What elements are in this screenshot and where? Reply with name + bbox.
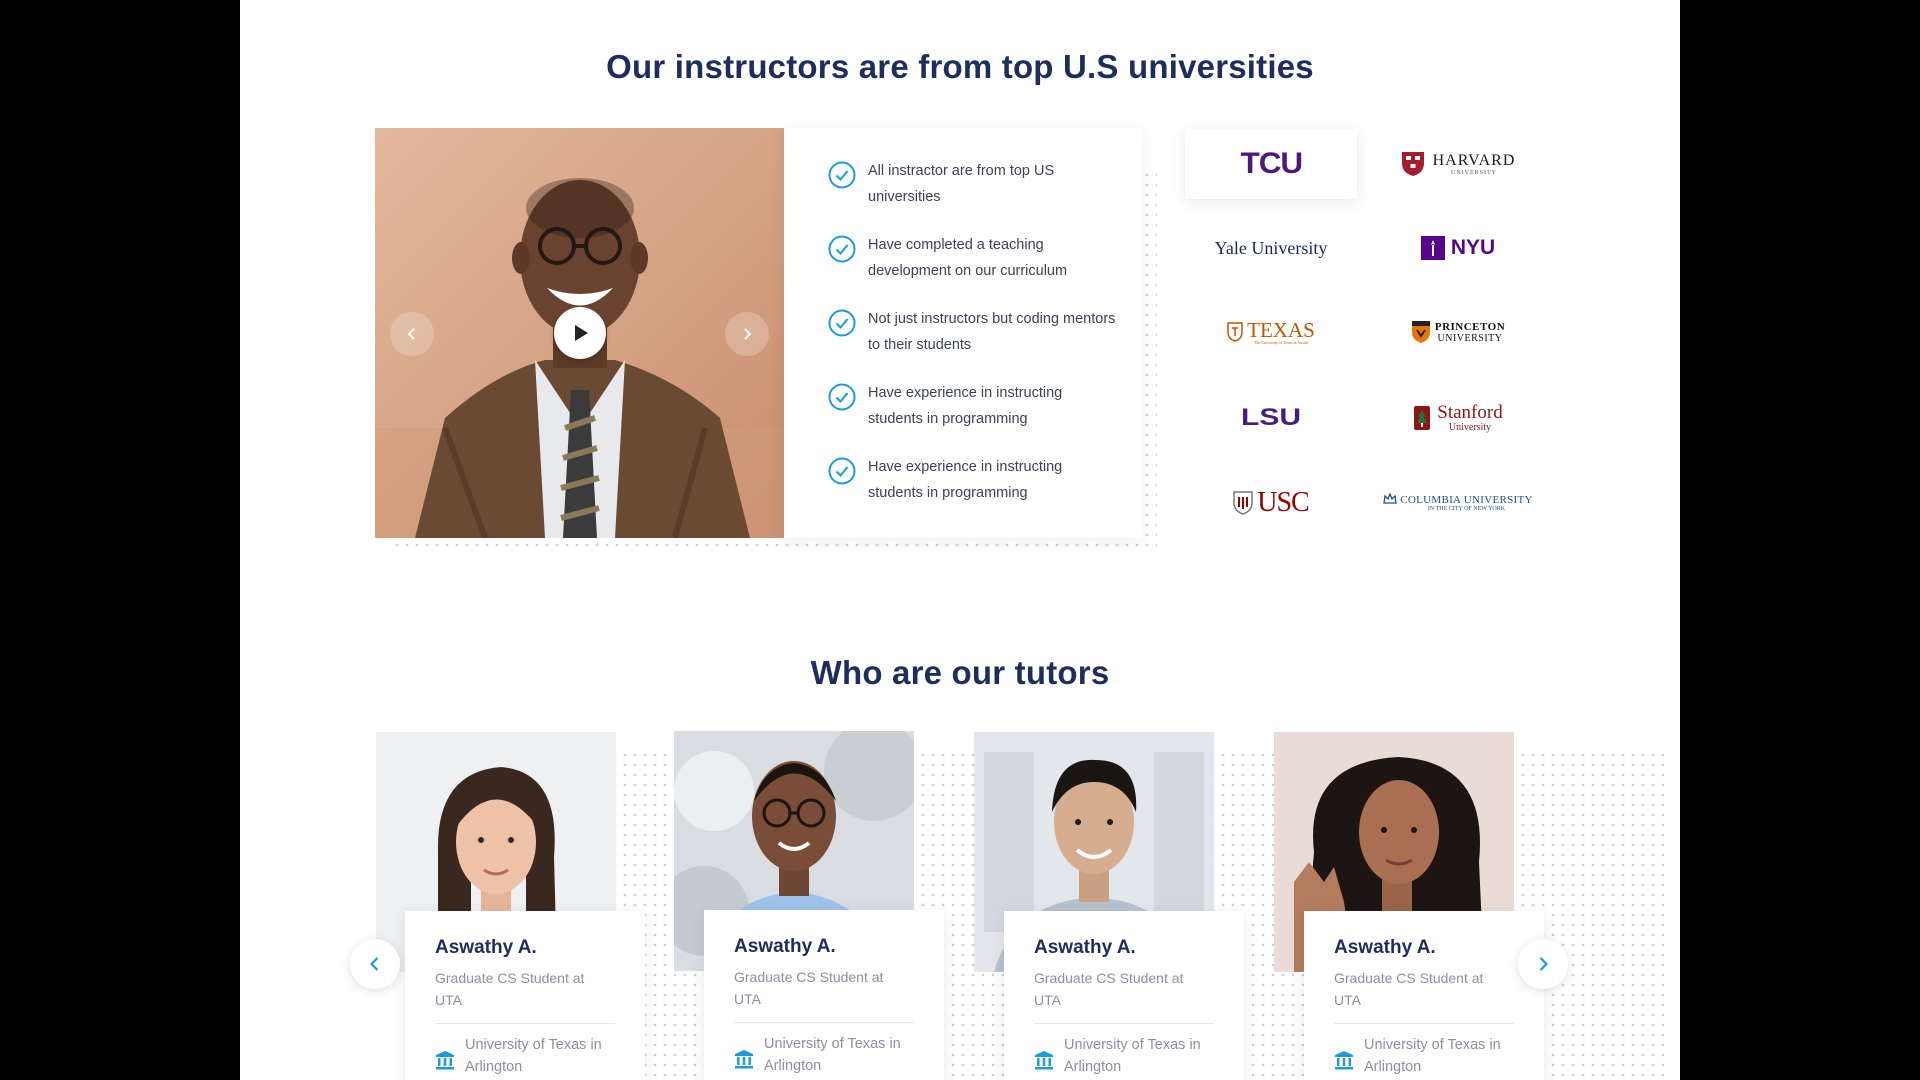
chevron-right-icon (1539, 957, 1549, 971)
harvard-shield-icon (1401, 152, 1424, 176)
stanford-logo-sub: University (1448, 422, 1492, 433)
university-logo-princeton[interactable]: PRINCETON UNIVERSITY (1372, 297, 1544, 367)
university-logo-usc[interactable]: USC (1185, 468, 1357, 538)
tutors-prev-button[interactable] (350, 939, 400, 989)
tutor-name: Aswathy A. (734, 936, 836, 957)
columbia-crown-icon (1383, 493, 1397, 504)
video-next-button[interactable] (725, 312, 769, 356)
princeton-logo-text: PRINCETON (1434, 320, 1506, 333)
feature-item: Have experience in instructing students … (828, 454, 1118, 506)
university-bank-icon (735, 1050, 753, 1069)
tutor-university: University of Texas in Arlington (1334, 1034, 1514, 1078)
tutor-role: Graduate CS Student at UTA (734, 969, 884, 1007)
tutor-university-name: University of Texas in Arlington (764, 1036, 901, 1074)
nyu-logo-text: NYU (1450, 236, 1496, 259)
instructor-video[interactable] (375, 128, 784, 538)
feature-text: Not just instructors but coding mentors … (868, 311, 1116, 353)
tutors-section-title: Who are our tutors (810, 654, 1110, 691)
harvard-logo-text: HARVARD (1432, 152, 1516, 169)
divider (435, 1023, 615, 1024)
video-prev-button[interactable] (390, 312, 434, 356)
page: Our instructors are from top U.S univers… (240, 0, 1680, 1080)
tutor-card[interactable]: Aswathy A. Graduate CS Student at UTA Un… (405, 911, 645, 1080)
columbia-logo-sub: IN THE CITY OF NEW YORK (1427, 506, 1506, 512)
tutor-name: Aswathy A. (1334, 937, 1436, 958)
play-icon (575, 325, 588, 341)
check-circle-icon (828, 161, 856, 189)
university-logo-stanford[interactable]: Stanford University (1372, 383, 1544, 453)
university-logo-texas[interactable]: TEXAS The University of Texas at Austin (1185, 297, 1357, 367)
stanford-tree-icon (1414, 406, 1431, 430)
tutor-role: Graduate CS Student at UTA (435, 970, 585, 1008)
feature-item: Not just instructors but coding mentors … (828, 306, 1118, 358)
feature-item: Have completed a teaching development on… (828, 232, 1118, 284)
texas-logo-sub: The University of Texas at Austin (1254, 339, 1308, 345)
check-circle-icon (828, 309, 856, 337)
chevron-left-icon (407, 328, 415, 340)
nyu-torch-icon (1420, 236, 1445, 260)
texas-logo-text: TEXAS (1247, 317, 1315, 342)
texas-shield-icon (1227, 322, 1243, 342)
chevron-right-icon (744, 328, 752, 340)
play-button[interactable] (554, 307, 606, 359)
columbia-logo-text: COLUMBIA UNIVERSITY (1400, 494, 1533, 506)
tutor-card[interactable]: Aswathy A. Graduate CS Student at UTA Un… (704, 910, 944, 1080)
tutor-university: University of Texas in Arlington (734, 1033, 914, 1077)
tutor-name: Aswathy A. (435, 937, 537, 958)
chevron-left-icon (369, 957, 379, 971)
university-logo-nyu[interactable]: NYU (1372, 213, 1544, 283)
tutor-name: Aswathy A. (1034, 937, 1136, 958)
feature-item: All instractor are from top US universit… (828, 158, 1118, 210)
feature-text: All instractor are from top US universit… (868, 163, 1055, 205)
tutor-university-name: University of Texas in Arlington (1064, 1037, 1201, 1075)
instructors-section-title: Our instructors are from top U.S univers… (606, 48, 1314, 85)
feature-text: Have experience in instructing students … (868, 459, 1063, 501)
princeton-shield-icon (1411, 321, 1430, 343)
university-logo-columbia[interactable]: COLUMBIA UNIVERSITY IN THE CITY OF NEW Y… (1372, 468, 1544, 538)
divider (1334, 1023, 1514, 1024)
usc-shield-icon (1233, 491, 1254, 515)
university-bank-icon (1335, 1051, 1353, 1070)
yale-logo-text: Yale University (1214, 237, 1328, 258)
university-bank-icon (436, 1051, 454, 1070)
tutor-university-name: University of Texas in Arlington (1364, 1037, 1501, 1075)
check-circle-icon (828, 383, 856, 411)
university-bank-icon (1035, 1051, 1053, 1070)
features-card: All instractor are from top US universit… (784, 128, 1141, 538)
tutor-role: Graduate CS Student at UTA (1334, 970, 1484, 1008)
university-logo-harvard[interactable]: HARVARD UNIVERSITY (1372, 129, 1544, 199)
feature-text: Have experience in instructing students … (868, 385, 1063, 427)
divider (1034, 1023, 1214, 1024)
tutor-university: University of Texas in Arlington (1034, 1034, 1214, 1078)
usc-logo-text: USC (1257, 487, 1309, 518)
feature-text: Have completed a teaching development on… (868, 237, 1068, 279)
tcu-logo-text: TCU (1240, 147, 1303, 180)
tutor-university-name: University of Texas in Arlington (465, 1037, 602, 1075)
check-circle-icon (828, 457, 856, 485)
tutor-card[interactable]: Aswathy A. Graduate CS Student at UTA Un… (1004, 911, 1244, 1080)
divider (734, 1022, 914, 1023)
university-logo-lsu[interactable]: LSU (1185, 383, 1357, 453)
check-circle-icon (828, 235, 856, 263)
princeton-logo-sub: UNIVERSITY (1437, 332, 1503, 344)
tutors-next-button[interactable] (1518, 939, 1568, 989)
harvard-logo-sub: UNIVERSITY (1451, 170, 1497, 176)
stanford-logo-text: Stanford (1437, 402, 1503, 423)
university-logo-yale[interactable]: Yale University (1185, 213, 1357, 283)
lsu-logo-text: LSU (1241, 404, 1301, 431)
tutor-card[interactable]: Aswathy A. Graduate CS Student at UTA Un… (1304, 911, 1544, 1080)
university-logo-tcu[interactable]: TCU (1185, 129, 1357, 199)
tutor-role: Graduate CS Student at UTA (1034, 970, 1184, 1008)
feature-item: Have experience in instructing students … (828, 380, 1118, 432)
tutor-university: University of Texas in Arlington (435, 1034, 615, 1078)
